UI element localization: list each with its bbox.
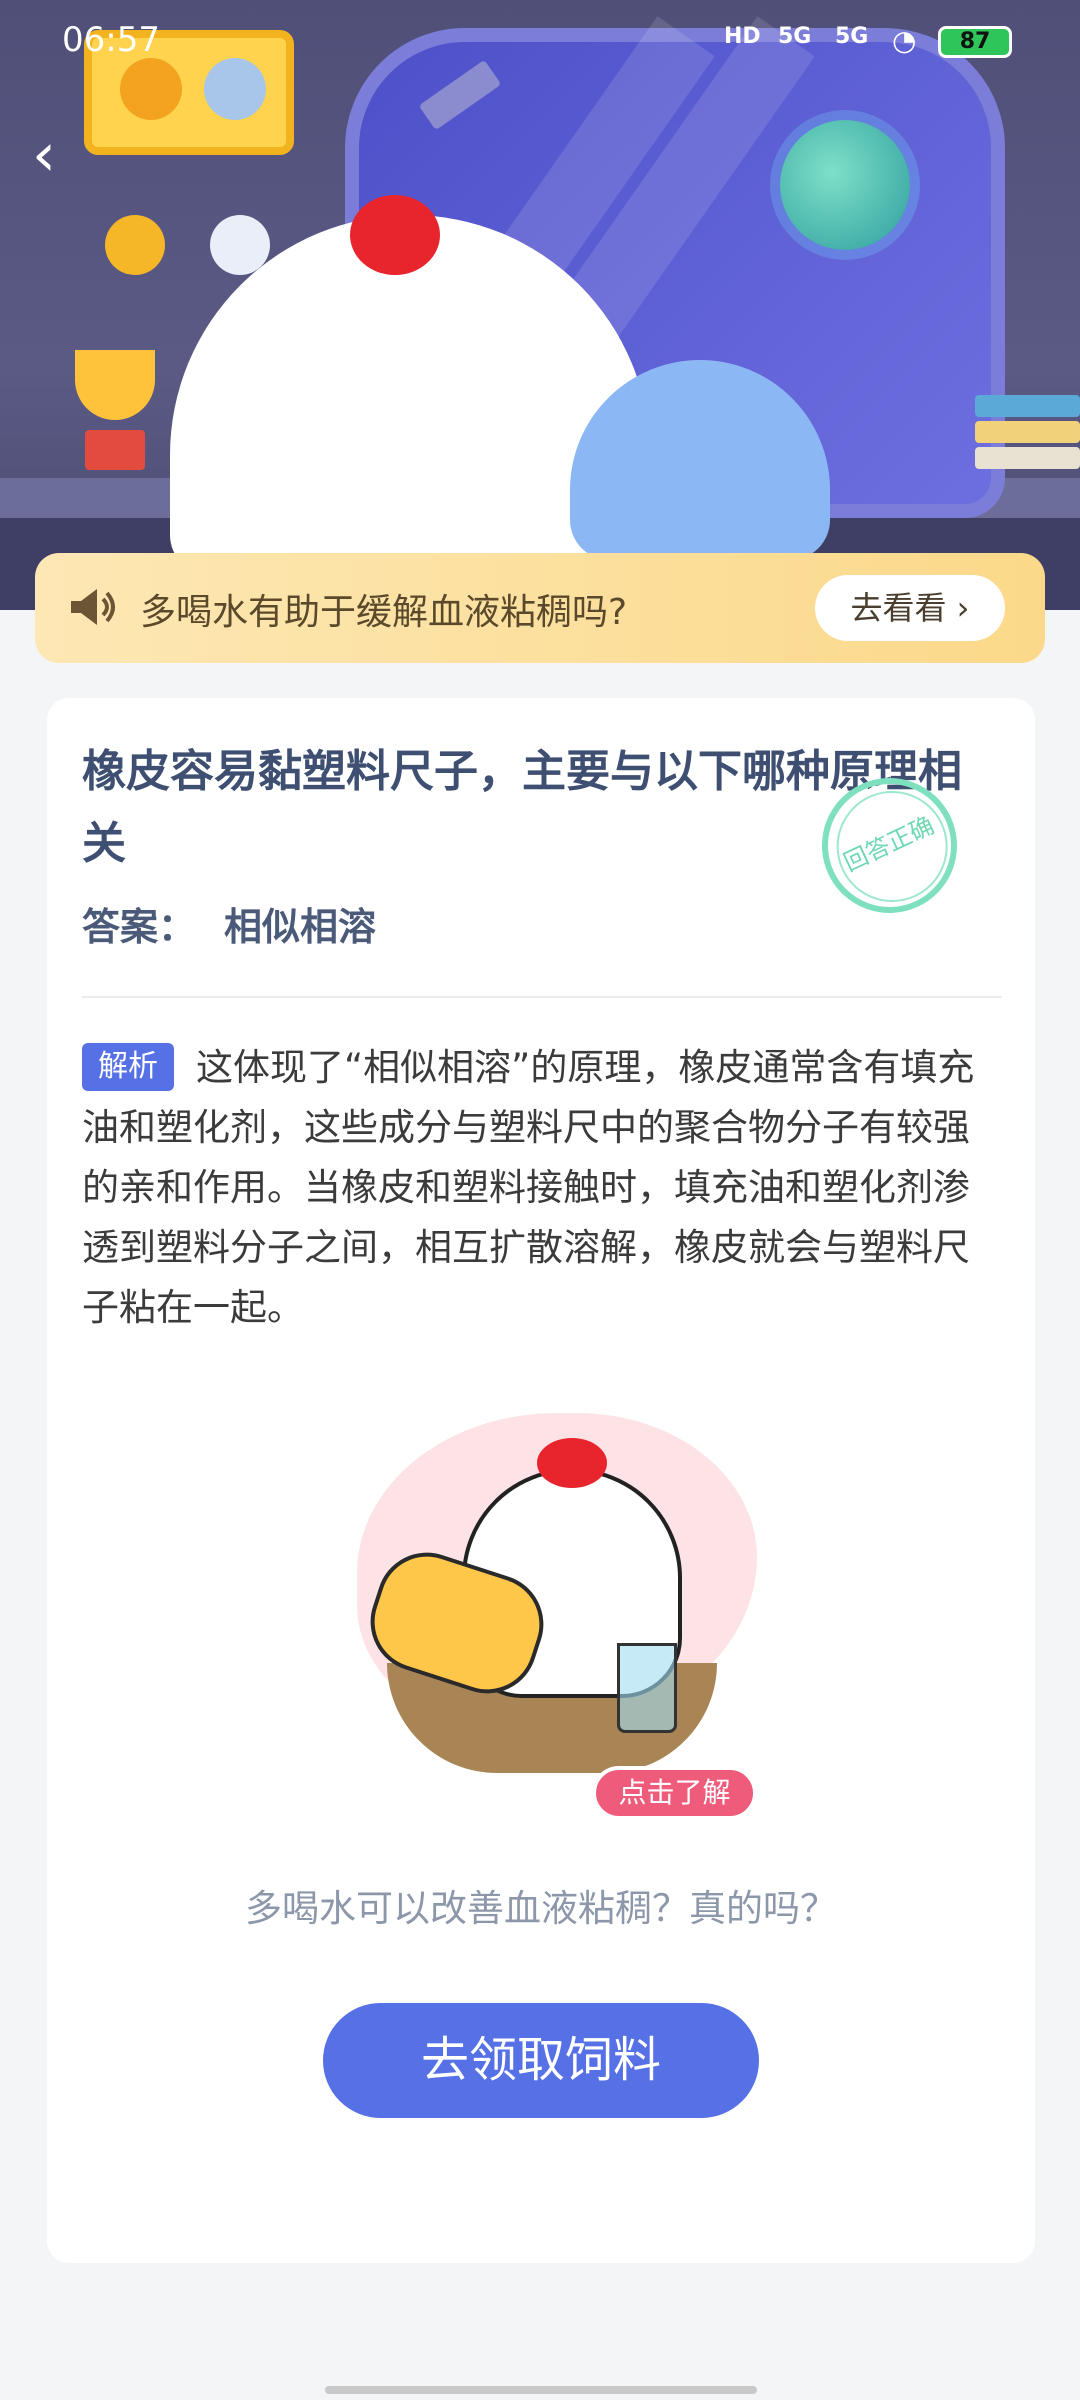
analysis-tag: 解析 [82, 1043, 174, 1091]
back-button[interactable]: ‹ [32, 125, 82, 185]
megaphone-icon [71, 589, 115, 625]
qa-card: 橡皮容易黏塑料尺子，主要与以下哪种原理相关 回答正确 答案： 相似相溶 解析 这体现… [47, 698, 1035, 2263]
glass-icon [617, 1643, 677, 1733]
notice-banner[interactable]: 多喝水有助于缓解血液粘稠吗? 去看看 › [35, 553, 1045, 663]
chevron-left-icon[interactable]: ‹ [32, 120, 56, 190]
promo-illustration[interactable] [327, 1403, 777, 1823]
learn-more-button[interactable]: 点击了解 [592, 1766, 757, 1820]
answer-label: 答案： [82, 905, 197, 949]
analysis-block: 解析 这体现了“相似相溶”的原理，橡皮通常含有填充油和塑化剂，这些成分与塑料尺中的… [82, 1038, 982, 1338]
status-bar: 06:57 HD 5G 5G ◔ 87 [0, 0, 1080, 80]
notice-text: 多喝水有助于缓解血液粘稠吗? [140, 592, 628, 633]
trophy-icon [60, 350, 170, 470]
signal-5g-icon: 5G [778, 24, 812, 49]
go-see-button[interactable]: 去看看 › [815, 575, 1005, 641]
analysis-text: 这体现了“相似相溶”的原理，橡皮通常含有填充油和塑化剂，这些成分与塑料尺中的聚合… [82, 1046, 975, 1329]
answer-row: 答案： 相似相溶 [82, 896, 376, 951]
signal-5g-icon-2: 5G [835, 24, 869, 49]
battery-icon: 87 [938, 26, 1012, 58]
divider [82, 996, 1002, 998]
promo-subtitle[interactable]: 多喝水可以改善血液粘稠？真的吗？ [47, 1878, 1035, 1932]
get-feed-button[interactable]: 去领取饲料 [323, 2003, 759, 2118]
planet-icon [780, 120, 910, 250]
bronze-medal-icon [105, 215, 165, 275]
status-time: 06:57 [62, 20, 160, 60]
answer-value: 相似相溶 [224, 905, 377, 949]
wifi-icon: ◔ [892, 24, 917, 57]
books-icon [975, 395, 1080, 485]
chick-comb [350, 195, 440, 275]
home-indicator[interactable] [325, 2386, 757, 2394]
hero-banner [0, 0, 1080, 610]
hd-icon: HD [724, 24, 761, 49]
